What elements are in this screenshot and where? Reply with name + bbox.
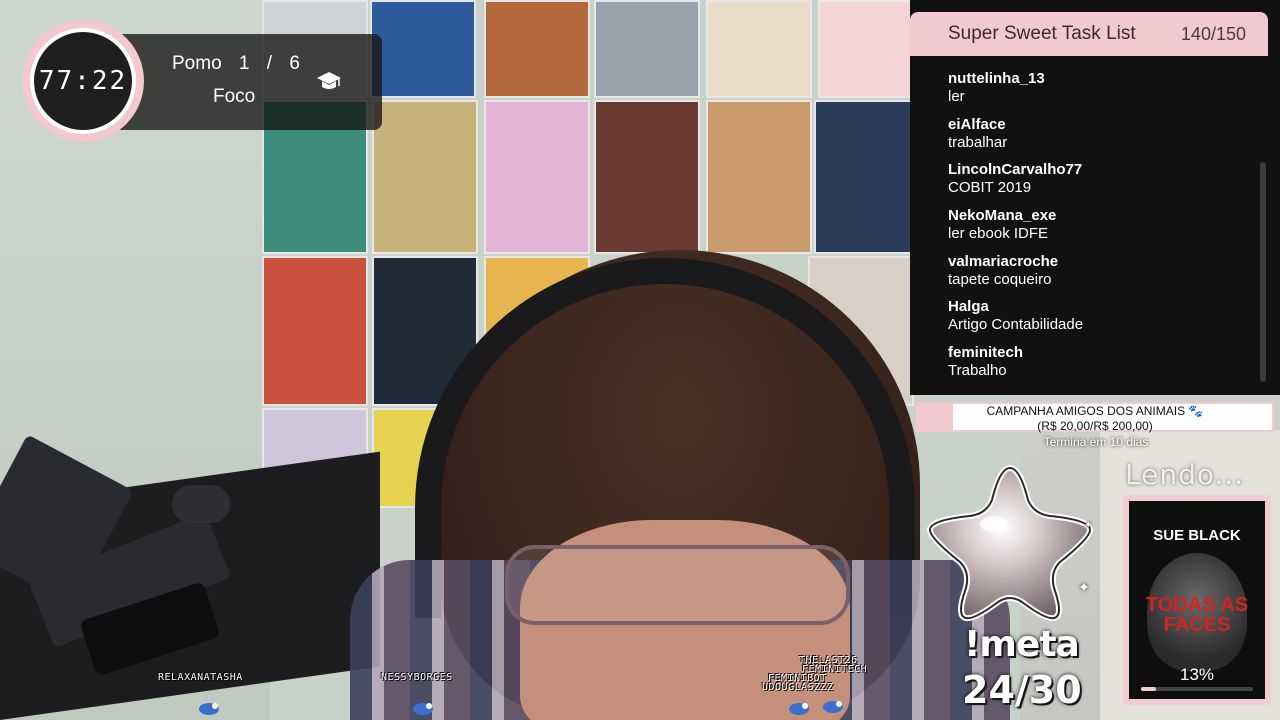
bird-icon xyxy=(789,703,809,715)
task-text: tapete coqueiro xyxy=(948,270,1052,288)
viewer-name: NESSYBORGES xyxy=(381,672,453,683)
campaign-progress-bar: CAMPANHA AMIGOS DOS ANIMAIS 🐾 (R$ 20,00/… xyxy=(916,402,1274,434)
task-list-count: 140/150 xyxy=(1180,23,1246,44)
task-user: eiAlface xyxy=(948,115,1006,133)
star-icon xyxy=(926,464,1094,622)
campaign-end-date: Termina em 10 dias xyxy=(1043,435,1149,449)
task-user: valmariacroche xyxy=(948,252,1059,270)
sparkle-icon: ✦ xyxy=(1078,580,1090,596)
pomodoro-counter: Pomo 1 / 6 xyxy=(172,53,300,75)
pomodoro-total: 6 xyxy=(289,53,300,74)
meta-count: 24/30 xyxy=(962,668,1082,712)
campaign-text: CAMPANHA AMIGOS DOS ANIMAIS 🐾 (R$ 20,00/… xyxy=(918,404,1272,434)
viewer-name: UDOUGLASZZZ xyxy=(762,682,834,693)
task-text: ler ebook IDFE xyxy=(948,225,1049,243)
task-list: nuttelinha_13 ler eiAlface trabalhar Lin… xyxy=(910,56,1268,382)
campaign-widget: CAMPANHA AMIGOS DOS ANIMAIS 🐾 (R$ 20,00/… xyxy=(916,402,1274,449)
task-item: valmariacroche tapete coqueiro xyxy=(910,245,1268,291)
pomodoro-mode: Foco xyxy=(213,86,256,107)
task-list-scrollbar[interactable] xyxy=(1260,162,1266,382)
book-author: SUE BLACK xyxy=(1153,527,1241,544)
sparkle-icon: ✦ xyxy=(1084,520,1093,531)
reading-label: Lendo... xyxy=(1125,458,1245,491)
bird-icon xyxy=(413,703,433,715)
task-user: LincolnCarvalho77 xyxy=(948,161,1083,179)
task-item: feminitech Trabalho xyxy=(910,336,1268,382)
task-list-panel: Super Sweet Task List 140/150 nuttelinha… xyxy=(910,12,1268,394)
task-list-header: Super Sweet Task List 140/150 xyxy=(910,12,1268,56)
task-item: Halga Artigo Contabilidade xyxy=(910,290,1268,336)
mouse xyxy=(172,485,230,523)
reading-progress-percent: 13% xyxy=(1179,665,1215,684)
task-item: LincolnCarvalho77 COBIT 2019 xyxy=(910,153,1268,199)
reading-progress-fill xyxy=(1141,687,1156,691)
timer-display: 77:22 xyxy=(30,28,136,134)
task-user: nuttelinha_13 xyxy=(948,70,1045,87)
timer-ring: 77:22 xyxy=(22,20,144,142)
book-title: TODAS AS FACES xyxy=(1145,594,1249,636)
bird-icon xyxy=(823,701,843,713)
reading-progress-bar xyxy=(1141,687,1253,691)
task-item: nuttelinha_13 ler xyxy=(910,62,1268,108)
glasses xyxy=(505,545,850,625)
task-text: COBIT 2019 xyxy=(948,179,1032,197)
task-item: eiAlface trabalhar xyxy=(910,108,1268,154)
task-text: Artigo Contabilidade xyxy=(948,316,1084,334)
reading-widget: SUE BLACK TODAS AS FACES 13% xyxy=(1123,495,1271,705)
campaign-amount: (R$ 20,00/R$ 200,00) xyxy=(1037,419,1153,433)
bird-icon xyxy=(199,703,219,715)
pomodoro-separator: / xyxy=(266,53,273,74)
task-text: trabalhar xyxy=(948,133,1008,151)
book-cover: SUE BLACK TODAS AS FACES 13% xyxy=(1129,501,1265,699)
graduation-cap-icon xyxy=(317,72,341,89)
task-user: Halga xyxy=(948,298,989,316)
task-item: NekoMana_exe ler ebook IDFE xyxy=(910,199,1268,245)
campaign-title: CAMPANHA AMIGOS DOS ANIMAIS 🐾 xyxy=(986,404,1204,418)
viewer-name: RELAXANATASHA xyxy=(158,672,243,683)
pomodoro-current: 1 xyxy=(238,53,250,74)
pomodoro-label: Pomo xyxy=(172,53,222,74)
meta-command: !meta xyxy=(964,624,1080,665)
task-text: Trabalho xyxy=(948,362,1007,380)
task-user: feminitech xyxy=(948,344,1024,362)
task-list-title: Super Sweet Task List xyxy=(948,23,1136,44)
task-text: ler xyxy=(948,88,965,105)
task-user: NekoMana_exe xyxy=(948,207,1057,225)
